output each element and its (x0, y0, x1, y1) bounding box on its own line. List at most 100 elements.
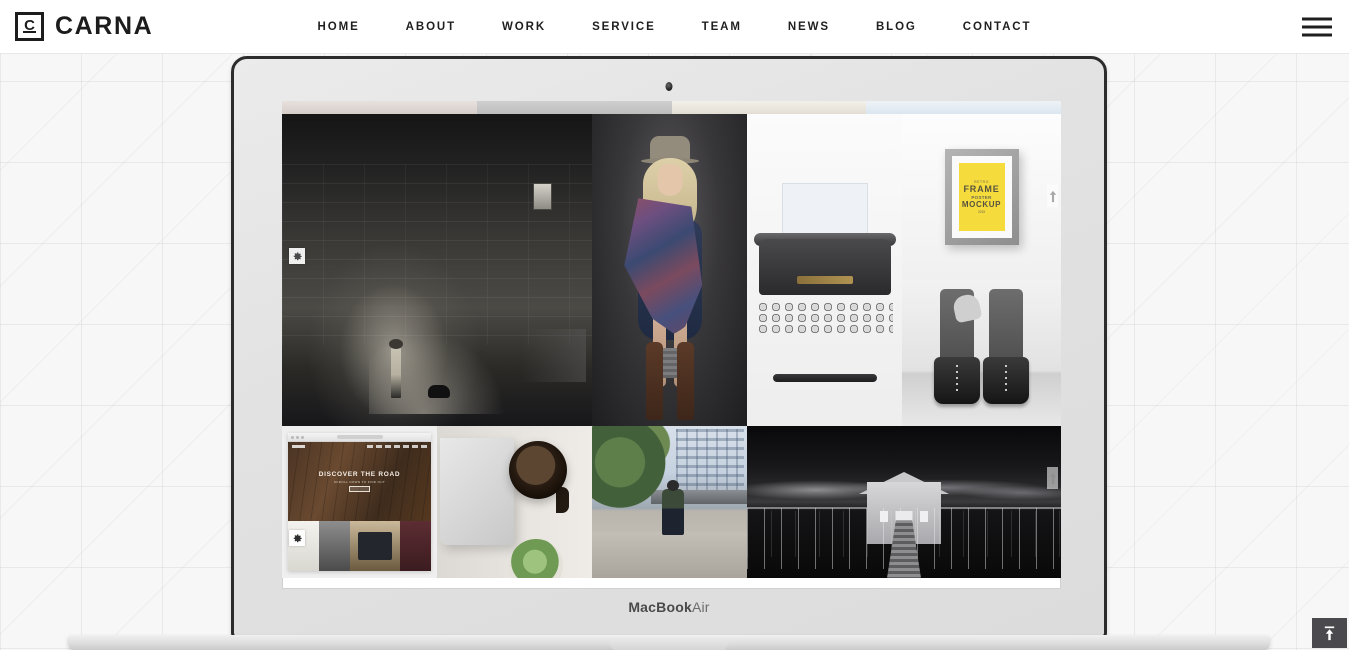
gallery-item-website-mockup-photo[interactable]: DISCOVER THE ROAD SCROLL DOWN TO FIND OU… (282, 426, 437, 578)
wall-box-detail (532, 182, 552, 210)
nav-item-blog[interactable]: BLOG (853, 0, 940, 54)
poster-line-2: FRAME (963, 184, 1000, 194)
device-label-light: Air (691, 599, 710, 615)
hamburger-bar-1 (1302, 17, 1332, 20)
mockup-logo (292, 445, 305, 448)
browser-window: DISCOVER THE ROAD SCROLL DOWN TO FIND OU… (288, 433, 431, 571)
strip-cell-3 (671, 101, 867, 114)
coffee-desk-artwork (437, 426, 592, 578)
portfolio-gallery: RETRO FRAME POSTER MOCKUP 2015 DISCOVER … (282, 101, 1061, 589)
strip-cell-2 (476, 101, 672, 114)
device-label: MacBookAir (234, 599, 1104, 615)
hamburger-bar-2 (1302, 25, 1332, 28)
poster-line-4: MOCKUP (961, 200, 1002, 209)
model-boots (645, 341, 694, 420)
scroll-to-top-button[interactable] (1312, 618, 1347, 648)
webcam-icon (665, 82, 673, 91)
browser-dot-3 (301, 435, 304, 439)
mockup-subline: SCROLL DOWN TO FIND OUT (333, 480, 386, 485)
picture-frame: RETRO FRAME POSTER MOCKUP 2015 (944, 149, 1019, 245)
poster-line-5: 2015 (977, 210, 986, 214)
strip-cell-4 (866, 101, 1061, 114)
gallery-item-coffee-desk-photo[interactable] (437, 426, 592, 578)
coffee-cup (509, 441, 568, 500)
browser-dot-2 (296, 435, 299, 439)
nav-item-work[interactable]: WORK (479, 0, 569, 54)
nav-item-contact[interactable]: CONTACT (940, 0, 1055, 54)
strip-cell-1 (282, 101, 477, 114)
nav-item-team[interactable]: TEAM (679, 0, 765, 54)
laptop-lid: RETRO FRAME POSTER MOCKUP 2015 DISCOVER … (231, 56, 1107, 639)
main-navigation: HOME ABOUT WORK SERVICE TEAM NEWS BLOG C… (0, 0, 1349, 54)
street-wall-artwork (282, 114, 592, 426)
website-mockup-artwork: DISCOVER THE ROAD SCROLL DOWN TO FIND OU… (282, 426, 437, 578)
boot-left (933, 357, 980, 405)
nav-item-service[interactable]: SERVICE (569, 0, 679, 54)
mockup-thumb-strip (288, 521, 431, 571)
gallery-item-jetty-boathouse-photo[interactable] (747, 426, 1061, 578)
city-sitting-artwork (592, 426, 747, 578)
mockup-thumb-1 (288, 521, 320, 571)
poster-artwork: RETRO FRAME POSTER MOCKUP 2015 (958, 163, 1005, 231)
logo-underline (23, 30, 36, 33)
logo-mark-icon: C (15, 12, 44, 41)
arrow-up-icon[interactable] (1047, 467, 1058, 489)
walking-figure (388, 338, 403, 398)
mockup-hero: DISCOVER THE ROAD SCROLL DOWN TO FIND OU… (288, 442, 431, 522)
browser-toolbar (288, 433, 431, 442)
boots-artwork (902, 280, 1061, 426)
car-shadow (505, 329, 586, 383)
brand-logo[interactable]: C CARNA (15, 12, 153, 41)
typewriter-brand-plate (796, 276, 853, 285)
desk-laptop (440, 438, 515, 545)
gallery-item-frame-mockup-photo[interactable]: RETRO FRAME POSTER MOCKUP 2015 (902, 114, 1061, 280)
device-label-bold: MacBook (628, 599, 692, 615)
fashion-model-artwork (592, 114, 747, 426)
gallery-previous-row-strip (282, 101, 1061, 114)
arrow-up-icon-svg (1049, 472, 1056, 484)
laptop-notch (609, 640, 729, 650)
model-face (657, 163, 682, 196)
typewriter-artwork (747, 114, 902, 426)
nav-item-home[interactable]: HOME (295, 0, 383, 54)
typewriter-body (758, 238, 891, 295)
boot-right (983, 357, 1030, 405)
frame-mat: RETRO FRAME POSTER MOCKUP 2015 (951, 156, 1012, 238)
site-header: C CARNA HOME ABOUT WORK SERVICE TEAM NEW… (0, 0, 1349, 54)
laptop-screen: RETRO FRAME POSTER MOCKUP 2015 DISCOVER … (282, 101, 1061, 589)
gear-icon[interactable] (289, 530, 305, 546)
laptop-mockup: RETRO FRAME POSTER MOCKUP 2015 DISCOVER … (68, 56, 1270, 650)
city-tree (592, 426, 672, 515)
hamburger-icon[interactable] (1302, 17, 1332, 36)
gallery-item-typewriter-photo[interactable] (747, 114, 902, 426)
typewriter-keys (756, 301, 893, 336)
gallery-item-street-wall-photo[interactable] (282, 114, 592, 426)
gear-icon-svg (293, 533, 302, 542)
nav-item-about[interactable]: ABOUT (383, 0, 479, 54)
dog-figure (427, 384, 450, 398)
mockup-thumb-3 (350, 521, 400, 571)
typewriter-space-bar (772, 374, 877, 383)
gear-icon[interactable] (289, 248, 305, 264)
hamburger-bar-3 (1302, 33, 1332, 36)
arrow-up-icon[interactable] (1047, 185, 1058, 207)
gear-icon-svg (293, 251, 302, 260)
mockup-nav (367, 445, 427, 448)
browser-url-bar (336, 435, 383, 439)
gallery-row-1: RETRO FRAME POSTER MOCKUP 2015 (282, 114, 1061, 426)
arrow-up-icon (1324, 625, 1335, 640)
nav-item-news[interactable]: NEWS (765, 0, 853, 54)
gallery-item-boots-photo[interactable] (902, 280, 1061, 426)
sitting-person (661, 480, 684, 536)
mockup-thumb-4 (399, 521, 431, 571)
city-building (675, 429, 744, 499)
jetty-boathouse-artwork (747, 426, 1061, 578)
gallery-item-city-sitting-photo[interactable] (592, 426, 747, 578)
mockup-thumb-2 (319, 521, 351, 571)
brand-name: CARNA (55, 12, 154, 40)
browser-dot-1 (291, 435, 294, 439)
succulent-plant (508, 539, 563, 578)
mockup-headline: DISCOVER THE ROAD (318, 471, 401, 479)
gallery-row-2: DISCOVER THE ROAD SCROLL DOWN TO FIND OU… (282, 426, 1061, 578)
gallery-item-fashion-model-photo[interactable] (592, 114, 747, 426)
